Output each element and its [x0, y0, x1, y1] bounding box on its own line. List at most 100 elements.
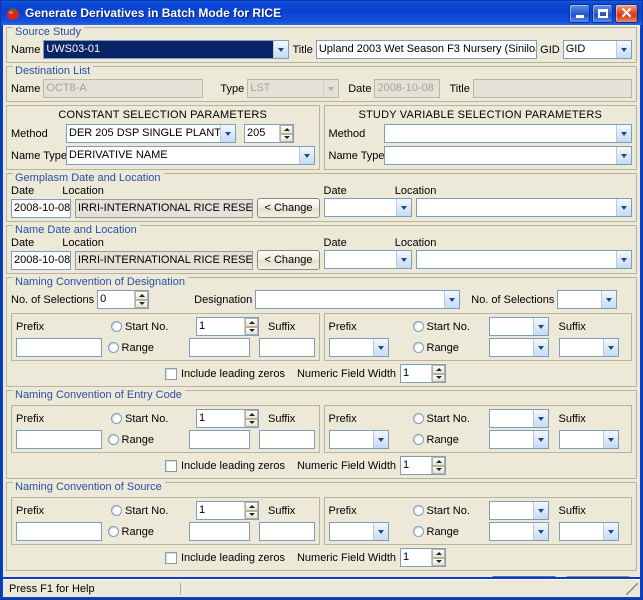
designation-field-width-spinner[interactable]: 1: [400, 364, 446, 383]
chevron-down-icon[interactable]: [395, 251, 411, 268]
spinner-up-icon[interactable]: [245, 410, 258, 419]
designation-startno-spinner[interactable]: 1: [196, 317, 259, 336]
entrycode-leading-zeros-checkbox[interactable]: [165, 459, 177, 472]
chevron-down-icon[interactable]: [616, 199, 631, 216]
resize-grip-icon[interactable]: [626, 582, 638, 595]
designation-right-range-combo[interactable]: [488, 338, 549, 357]
entrycode-range-radio[interactable]: Range: [107, 434, 189, 446]
source-prefix-field[interactable]: [16, 522, 102, 541]
designation-right-range-radio[interactable]: Range: [412, 342, 489, 354]
source-startno-spinner[interactable]: 1: [196, 501, 259, 520]
radio-icon[interactable]: [111, 505, 122, 516]
spinner-up-icon[interactable]: [432, 549, 445, 558]
entrycode-range-field[interactable]: [189, 430, 250, 449]
radio-icon[interactable]: [107, 526, 119, 537]
spinner-buttons[interactable]: [244, 318, 258, 335]
radio-icon[interactable]: [107, 434, 119, 445]
chevron-down-icon[interactable]: [532, 502, 548, 519]
name-change-button[interactable]: < Change: [257, 250, 320, 270]
entrycode-right-suffix-combo[interactable]: [558, 430, 619, 449]
radio-icon[interactable]: [412, 321, 424, 332]
designation-right-startno-radio[interactable]: Start No.: [412, 321, 489, 333]
chevron-down-icon[interactable]: [616, 147, 631, 164]
radio-icon[interactable]: [111, 413, 122, 424]
name-right-date-combo[interactable]: [323, 250, 412, 269]
entrycode-right-startno-radio[interactable]: Start No.: [412, 413, 489, 425]
entrycode-prefix-field[interactable]: [16, 430, 102, 449]
chevron-down-icon[interactable]: [616, 41, 631, 58]
chevron-down-icon[interactable]: [601, 291, 617, 308]
spinner-up-icon[interactable]: [135, 291, 149, 300]
spinner-down-icon[interactable]: [280, 133, 293, 142]
entrycode-right-prefix-combo[interactable]: [328, 430, 389, 449]
spinner-down-icon[interactable]: [245, 418, 258, 427]
designation-right-startno-combo[interactable]: [488, 317, 549, 336]
chevron-down-icon[interactable]: [298, 147, 314, 164]
entrycode-field-width-spinner[interactable]: 1: [400, 456, 446, 475]
radio-icon[interactable]: [111, 321, 122, 332]
designation-right-prefix-combo[interactable]: [328, 338, 389, 357]
chevron-down-icon[interactable]: [444, 291, 460, 308]
source-gid-combo[interactable]: GID: [562, 40, 632, 59]
spinner-up-icon[interactable]: [432, 457, 445, 466]
germplasm-location-field[interactable]: IRRI-INTERNATIONAL RICE RESEARC: [75, 198, 254, 218]
designation-noselections-spinner[interactable]: 0: [97, 290, 150, 309]
close-button[interactable]: ✕: [615, 3, 638, 23]
designation-prefix-field[interactable]: [16, 338, 102, 357]
source-name-combo[interactable]: UWS03-01: [43, 40, 290, 59]
spinner-buttons[interactable]: [279, 125, 293, 142]
chevron-down-icon[interactable]: [220, 125, 235, 142]
spinner-buttons[interactable]: [134, 291, 149, 308]
spinner-buttons[interactable]: [431, 365, 445, 382]
source-leading-zeros-checkbox[interactable]: [165, 551, 177, 564]
germplasm-right-date-combo[interactable]: [323, 198, 412, 217]
designation-range-field[interactable]: [189, 338, 250, 357]
radio-icon[interactable]: [412, 505, 424, 516]
start-button[interactable]: Start: [491, 576, 557, 577]
germplasm-change-button[interactable]: < Change: [257, 198, 320, 218]
chevron-down-icon[interactable]: [602, 431, 618, 448]
constant-nametype-combo[interactable]: DERIVATIVE NAME: [66, 146, 315, 165]
designation-startno-radio[interactable]: Start No.: [111, 321, 196, 333]
chevron-down-icon[interactable]: [532, 431, 548, 448]
source-range-radio[interactable]: Range: [107, 526, 189, 538]
designation-suffix-field[interactable]: [258, 338, 315, 357]
spinner-down-icon[interactable]: [432, 373, 445, 382]
designation-right-noselections-combo[interactable]: [557, 290, 618, 309]
designation-right-suffix-combo[interactable]: [558, 338, 619, 357]
constant-method-code-spinner[interactable]: 205: [244, 124, 294, 143]
spinner-buttons[interactable]: [244, 502, 258, 519]
chevron-down-icon[interactable]: [616, 125, 631, 142]
entrycode-startno-spinner[interactable]: 1: [196, 409, 259, 428]
spinner-down-icon[interactable]: [245, 510, 258, 519]
chevron-down-icon[interactable]: [532, 410, 548, 427]
designation-leading-zeros-checkbox[interactable]: [165, 367, 177, 380]
source-right-prefix-combo[interactable]: [328, 522, 389, 541]
radio-icon[interactable]: [412, 413, 424, 424]
designation-combo[interactable]: [255, 290, 461, 309]
entrycode-right-range-combo[interactable]: [488, 430, 549, 449]
source-field-width-spinner[interactable]: 1: [400, 548, 446, 567]
studyvar-method-combo[interactable]: [383, 124, 632, 143]
source-startno-radio[interactable]: Start No.: [111, 505, 196, 517]
source-right-startno-combo[interactable]: [488, 501, 549, 520]
spinner-down-icon[interactable]: [245, 326, 258, 335]
radio-icon[interactable]: [107, 342, 119, 353]
chevron-down-icon[interactable]: [395, 199, 411, 216]
radio-icon[interactable]: [412, 434, 424, 445]
germplasm-right-location-combo[interactable]: [415, 198, 632, 217]
maximize-button[interactable]: [592, 3, 613, 23]
name-location-field[interactable]: IRRI-INTERNATIONAL RICE RESEARC: [75, 250, 254, 270]
source-right-suffix-combo[interactable]: [558, 522, 619, 541]
source-right-range-combo[interactable]: [488, 522, 549, 541]
chevron-down-icon[interactable]: [616, 251, 631, 268]
chevron-down-icon[interactable]: [532, 339, 548, 356]
spinner-buttons[interactable]: [244, 410, 258, 427]
spinner-up-icon[interactable]: [245, 318, 258, 327]
source-range-field[interactable]: [189, 522, 250, 541]
spinner-down-icon[interactable]: [432, 557, 445, 566]
entrycode-startno-radio[interactable]: Start No.: [111, 413, 196, 425]
source-right-startno-radio[interactable]: Start No.: [412, 505, 489, 517]
spinner-down-icon[interactable]: [135, 299, 149, 308]
spinner-buttons[interactable]: [431, 457, 445, 474]
